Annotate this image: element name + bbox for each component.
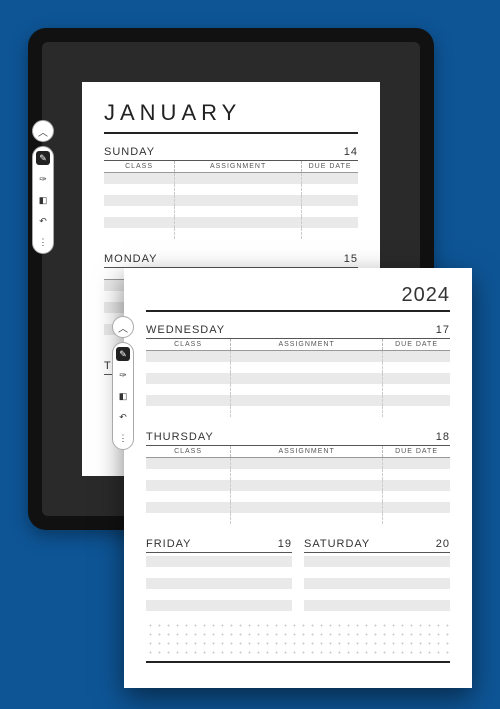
collapse-button[interactable]: ︿ bbox=[112, 316, 134, 338]
column-headers: CLASS ASSIGNMENT DUE DATE bbox=[146, 339, 450, 351]
chevron-up-icon: ︿ bbox=[38, 124, 48, 139]
eraser-tool[interactable]: ◧ bbox=[36, 193, 50, 207]
undo-icon: ↶ bbox=[119, 412, 127, 423]
footer-divider bbox=[146, 661, 450, 663]
undo-icon: ↶ bbox=[39, 216, 47, 227]
table-row[interactable] bbox=[104, 228, 358, 239]
dot-grid[interactable] bbox=[146, 621, 450, 655]
assignment-rows[interactable] bbox=[146, 351, 450, 417]
more-icon: ⋮ bbox=[119, 433, 128, 444]
table-row[interactable] bbox=[104, 173, 358, 184]
table-row[interactable] bbox=[104, 206, 358, 217]
col-class: CLASS bbox=[146, 446, 231, 457]
assignment-rows[interactable] bbox=[104, 173, 358, 239]
day-date: 18 bbox=[436, 431, 450, 443]
day-header: SATURDAY 20 bbox=[304, 538, 450, 553]
planner-page-front: 2024 WEDNESDAY 17 CLASS ASSIGNMENT DUE D… bbox=[124, 268, 472, 688]
half-day-row: FRIDAY 19 SATURDAY 20 bbox=[146, 538, 450, 611]
table-row[interactable] bbox=[146, 513, 450, 524]
day-block-half: SATURDAY 20 bbox=[304, 538, 450, 611]
pen-icon: ✎ bbox=[119, 349, 127, 360]
day-block: SUNDAY 14 CLASS ASSIGNMENT DUE DATE bbox=[104, 146, 358, 239]
table-row[interactable] bbox=[146, 406, 450, 417]
table-row[interactable] bbox=[146, 362, 450, 373]
collapse-button[interactable]: ︿ bbox=[32, 120, 54, 142]
column-headers: CLASS ASSIGNMENT DUE DATE bbox=[146, 446, 450, 458]
col-assignment: ASSIGNMENT bbox=[175, 161, 302, 172]
day-block: WEDNESDAY 17 CLASS ASSIGNMENT DUE DATE bbox=[146, 324, 450, 417]
pen-tool[interactable]: ✎ bbox=[36, 151, 50, 165]
day-name: MONDAY bbox=[104, 253, 157, 265]
table-row[interactable] bbox=[104, 184, 358, 195]
table-row[interactable] bbox=[146, 351, 450, 362]
column-headers: CLASS ASSIGNMENT DUE DATE bbox=[104, 161, 358, 173]
eraser-tool[interactable]: ◧ bbox=[116, 389, 130, 403]
col-assignment: ASSIGNMENT bbox=[231, 446, 383, 457]
day-date: 20 bbox=[436, 538, 450, 550]
day-name: SUNDAY bbox=[104, 146, 155, 158]
more-icon: ⋮ bbox=[39, 237, 48, 248]
page-toolbar: ︿ ✎ ✑ ◧ ↶ ⋮ bbox=[112, 316, 134, 450]
eraser-icon: ◧ bbox=[119, 391, 128, 402]
day-name: SATURDAY bbox=[304, 538, 370, 550]
more-tool[interactable]: ⋮ bbox=[36, 235, 50, 249]
day-header: MONDAY 15 bbox=[104, 253, 358, 268]
day-date: 15 bbox=[344, 253, 358, 265]
tablet-toolbar: ︿ ✎ ✑ ◧ ↶ ⋮ bbox=[32, 120, 54, 254]
brush-icon: ✑ bbox=[119, 370, 127, 381]
eraser-icon: ◧ bbox=[39, 195, 48, 206]
col-assignment: ASSIGNMENT bbox=[231, 339, 383, 350]
day-date: 19 bbox=[278, 538, 292, 550]
chevron-up-icon: ︿ bbox=[118, 320, 128, 335]
day-date: 14 bbox=[344, 146, 358, 158]
table-row[interactable] bbox=[146, 480, 450, 491]
table-row[interactable] bbox=[146, 491, 450, 502]
day-header: THURSDAY 18 bbox=[146, 431, 450, 446]
pen-tool[interactable]: ✎ bbox=[116, 347, 130, 361]
note-lines[interactable] bbox=[146, 556, 292, 611]
brush-tool[interactable]: ✑ bbox=[116, 368, 130, 382]
col-due-date: DUE DATE bbox=[383, 446, 450, 457]
title-divider bbox=[146, 310, 450, 312]
col-class: CLASS bbox=[146, 339, 231, 350]
table-row[interactable] bbox=[146, 395, 450, 406]
brush-icon: ✑ bbox=[39, 174, 47, 185]
undo-tool[interactable]: ↶ bbox=[36, 214, 50, 228]
day-header: WEDNESDAY 17 bbox=[146, 324, 450, 339]
col-due-date: DUE DATE bbox=[383, 339, 450, 350]
table-row[interactable] bbox=[146, 469, 450, 480]
year-title: 2024 bbox=[146, 284, 450, 307]
brush-tool[interactable]: ✑ bbox=[36, 172, 50, 186]
col-due-date: DUE DATE bbox=[302, 161, 358, 172]
title-divider bbox=[104, 132, 358, 134]
day-block-half: FRIDAY 19 bbox=[146, 538, 292, 611]
day-name: WEDNESDAY bbox=[146, 324, 225, 336]
assignment-rows[interactable] bbox=[146, 458, 450, 524]
day-name: THURSDAY bbox=[146, 431, 214, 443]
day-date: 17 bbox=[436, 324, 450, 336]
undo-tool[interactable]: ↶ bbox=[116, 410, 130, 424]
day-name: FRIDAY bbox=[146, 538, 192, 550]
table-row[interactable] bbox=[146, 458, 450, 469]
day-header: FRIDAY 19 bbox=[146, 538, 292, 553]
pen-icon: ✎ bbox=[39, 153, 47, 164]
table-row[interactable] bbox=[146, 384, 450, 395]
note-lines[interactable] bbox=[304, 556, 450, 611]
month-title: JANUARY bbox=[104, 100, 358, 126]
day-block: THURSDAY 18 CLASS ASSIGNMENT DUE DATE bbox=[146, 431, 450, 524]
table-row[interactable] bbox=[146, 502, 450, 513]
table-row[interactable] bbox=[104, 217, 358, 228]
tool-palette: ✎ ✑ ◧ ↶ ⋮ bbox=[32, 146, 54, 254]
day-header: SUNDAY 14 bbox=[104, 146, 358, 161]
table-row[interactable] bbox=[104, 195, 358, 206]
more-tool[interactable]: ⋮ bbox=[116, 431, 130, 445]
table-row[interactable] bbox=[146, 373, 450, 384]
col-class: CLASS bbox=[104, 161, 175, 172]
tool-palette: ✎ ✑ ◧ ↶ ⋮ bbox=[112, 342, 134, 450]
